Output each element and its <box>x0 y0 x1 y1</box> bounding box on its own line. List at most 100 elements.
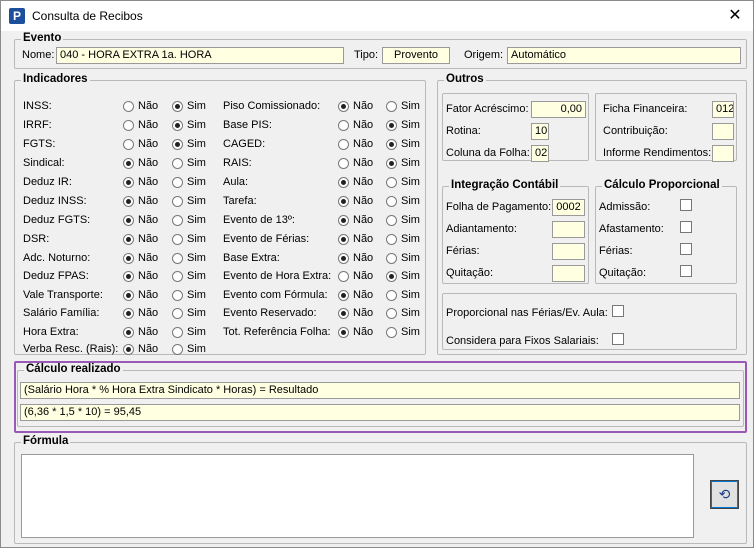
adiantamento-field[interactable] <box>552 221 585 238</box>
right-nao-radio-3[interactable] <box>338 158 349 169</box>
right-sim-radio-9[interactable] <box>386 271 397 282</box>
proporcional-group: Cálculo Proporcional Admissão: Afastamen… <box>595 179 737 284</box>
right-sim-radio-4[interactable] <box>386 177 397 188</box>
right-sim-label-12: Sim <box>401 326 420 338</box>
rotina-field[interactable]: 10 <box>531 123 549 140</box>
admissao-checkbox[interactable] <box>680 199 692 211</box>
right-sim-label-11: Sim <box>401 307 420 319</box>
fixos-checkbox[interactable] <box>612 333 624 345</box>
left-nao-radio-11[interactable] <box>123 308 134 319</box>
left-nao-radio-7[interactable] <box>123 234 134 245</box>
right-sim-radio-1[interactable] <box>386 120 397 131</box>
left-nao-radio-12[interactable] <box>123 327 134 338</box>
ferias-field[interactable] <box>552 243 585 260</box>
left-sim-radio-11[interactable] <box>172 308 183 319</box>
left-sim-label-11: Sim <box>187 307 206 319</box>
left-label-5: Deduz INSS: <box>23 195 87 207</box>
right-nao-radio-12[interactable] <box>338 327 349 338</box>
left-sim-radio-12[interactable] <box>172 327 183 338</box>
left-label-3: Sindical: <box>23 157 65 169</box>
right-nao-radio-8[interactable] <box>338 253 349 264</box>
right-sim-radio-5[interactable] <box>386 196 397 207</box>
close-icon[interactable]: ✕ <box>723 5 747 27</box>
right-sim-radio-7[interactable] <box>386 234 397 245</box>
left-sim-radio-10[interactable] <box>172 290 183 301</box>
ferias-prop-checkbox[interactable] <box>680 243 692 255</box>
left-nao-radio-1[interactable] <box>123 120 134 131</box>
right-sim-label-8: Sim <box>401 252 420 264</box>
right-sim-radio-12[interactable] <box>386 327 397 338</box>
left-sim-radio-6[interactable] <box>172 215 183 226</box>
origem-field[interactable]: Automático <box>507 47 741 64</box>
right-nao-radio-5[interactable] <box>338 196 349 207</box>
right-label-3: RAIS: <box>223 157 252 169</box>
right-nao-radio-7[interactable] <box>338 234 349 245</box>
left-nao-radio-8[interactable] <box>123 253 134 264</box>
left-sim-radio-13[interactable] <box>172 344 183 355</box>
left-sim-radio-7[interactable] <box>172 234 183 245</box>
left-nao-radio-6[interactable] <box>123 215 134 226</box>
left-sim-radio-8[interactable] <box>172 253 183 264</box>
right-nao-radio-2[interactable] <box>338 139 349 150</box>
left-sim-label-12: Sim <box>187 326 206 338</box>
left-nao-radio-10[interactable] <box>123 290 134 301</box>
afastamento-checkbox[interactable] <box>680 221 692 233</box>
left-sim-label-9: Sim <box>187 270 206 282</box>
quitacao-field[interactable] <box>552 265 585 282</box>
tipo-label: Tipo: <box>354 49 379 61</box>
left-sim-radio-2[interactable] <box>172 139 183 150</box>
left-sim-label-0: Sim <box>187 100 206 112</box>
right-nao-radio-6[interactable] <box>338 215 349 226</box>
right-sim-radio-6[interactable] <box>386 215 397 226</box>
right-sim-radio-3[interactable] <box>386 158 397 169</box>
right-nao-radio-9[interactable] <box>338 271 349 282</box>
contribuicao-field[interactable] <box>712 123 734 140</box>
left-sim-radio-9[interactable] <box>172 271 183 282</box>
left-sim-label-6: Sim <box>187 214 206 226</box>
left-nao-radio-4[interactable] <box>123 177 134 188</box>
left-nao-radio-5[interactable] <box>123 196 134 207</box>
right-nao-radio-10[interactable] <box>338 290 349 301</box>
left-nao-radio-0[interactable] <box>123 101 134 112</box>
right-sim-radio-0[interactable] <box>386 101 397 112</box>
undo-icon[interactable]: ⟲ <box>710 480 739 509</box>
folha-field[interactable]: 0002 <box>552 199 585 216</box>
right-sim-label-0: Sim <box>401 100 420 112</box>
fator-field[interactable]: 0,00 <box>531 101 586 118</box>
right-nao-label-9: Não <box>353 270 374 282</box>
left-label-11: Salário Família: <box>23 307 100 319</box>
right-sim-radio-10[interactable] <box>386 290 397 301</box>
left-nao-radio-3[interactable] <box>123 158 134 169</box>
left-nao-radio-9[interactable] <box>123 271 134 282</box>
calculo-formula-field[interactable]: (Salário Hora * % Hora Extra Sindicato *… <box>20 382 740 399</box>
coluna-field[interactable]: 02 <box>531 145 549 162</box>
right-nao-radio-1[interactable] <box>338 120 349 131</box>
left-nao-radio-2[interactable] <box>123 139 134 150</box>
quitacao-prop-checkbox[interactable] <box>680 265 692 277</box>
prop-ferias-checkbox[interactable] <box>612 305 624 317</box>
left-sim-label-13: Sim <box>187 343 206 355</box>
right-nao-label-3: Não <box>353 157 374 169</box>
right-nao-radio-0[interactable] <box>338 101 349 112</box>
ficha-field[interactable]: 012 <box>712 101 734 118</box>
right-label-7: Evento de Férias: <box>223 233 310 245</box>
left-sim-radio-5[interactable] <box>172 196 183 207</box>
right-sim-radio-2[interactable] <box>386 139 397 150</box>
nome-field[interactable]: 040 - HORA EXTRA 1a. HORA <box>56 47 344 64</box>
informe-field[interactable] <box>712 145 734 162</box>
right-sim-radio-11[interactable] <box>386 308 397 319</box>
right-sim-radio-8[interactable] <box>386 253 397 264</box>
fixos-label: Considera para Fixos Salariais: <box>446 335 599 347</box>
left-sim-radio-3[interactable] <box>172 158 183 169</box>
left-sim-label-1: Sim <box>187 119 206 131</box>
right-nao-radio-11[interactable] <box>338 308 349 319</box>
left-nao-radio-13[interactable] <box>123 344 134 355</box>
right-nao-radio-4[interactable] <box>338 177 349 188</box>
formula-textarea[interactable] <box>21 454 694 538</box>
calculo-result-field[interactable]: (6,36 * 1,5 * 10) = 95,45 <box>20 404 740 421</box>
left-label-10: Vale Transporte: <box>23 289 103 301</box>
left-sim-radio-4[interactable] <box>172 177 183 188</box>
left-sim-radio-0[interactable] <box>172 101 183 112</box>
tipo-field[interactable]: Provento <box>382 47 450 64</box>
left-sim-radio-1[interactable] <box>172 120 183 131</box>
